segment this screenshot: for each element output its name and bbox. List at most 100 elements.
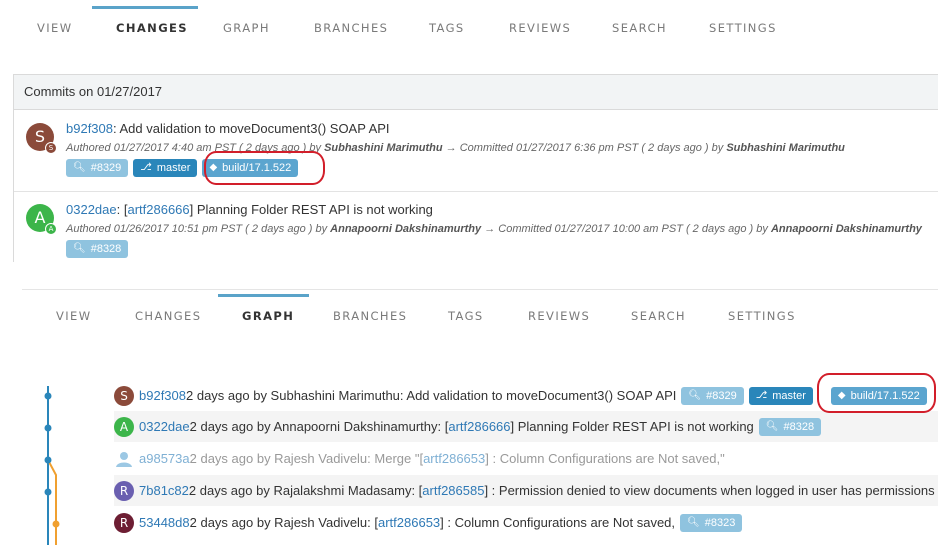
avatar-letter: A [34, 208, 46, 227]
search-icon: 🔍︎ [687, 516, 700, 528]
committed-text: → Committed 01/27/2017 6:36 pm PST ( 2 d… [442, 142, 727, 154]
committed-text: → Committed 01/27/2017 10:00 am PST ( 2 … [481, 223, 771, 235]
graph-row: R 53448d8 2 days ago by Rajesh Vadivelu:… [114, 507, 743, 538]
ticket-link[interactable]: artf286585 [422, 483, 484, 498]
commit-summary-rest: ] : Column Configurations are Not saved, [440, 515, 676, 530]
message-prefix: : [ [116, 202, 128, 217]
review-badge-label: #8329 [706, 389, 737, 402]
authored-text: Authored 01/26/2017 10:51 pm PST ( 2 day… [66, 223, 331, 235]
commit-meta: Authored 01/27/2017 4:40 am PST ( 2 days… [66, 142, 845, 154]
avatar-letter: S [34, 127, 46, 146]
commit-hash-link[interactable]: 53448d8 [139, 515, 190, 530]
commit-item: S S b92f308: Add validation to moveDocum… [14, 111, 938, 189]
branch-badge[interactable]: ⎇ master [748, 386, 813, 405]
avatar: A A [26, 204, 57, 235]
author-name: Annapoorni Dakshinamurthy [330, 223, 482, 235]
ticket-link[interactable]: artf286666 [448, 419, 510, 434]
tab-changes[interactable]: CHANGES [116, 6, 188, 46]
tab-graph[interactable]: GRAPH [242, 294, 294, 334]
commit-summary: 2 days ago by Annapoorni Dakshinamurthy:… [189, 419, 449, 434]
search-icon: 🔍︎ [688, 389, 702, 401]
search-icon: 🔍︎ [765, 420, 779, 432]
tab-branches[interactable]: BRANCHES [314, 6, 388, 46]
author-name: Subhashini Marimuthu [324, 142, 443, 154]
graph-panel: VIEW CHANGES GRAPH BRANCHES TAGS REVIEWS… [22, 289, 938, 545]
changes-panel: VIEW CHANGES GRAPH BRANCHES TAGS REVIEWS… [0, 0, 938, 262]
review-badge[interactable]: 🔍︎ #8329 [66, 159, 129, 177]
avatar: S [114, 385, 134, 406]
commit-summary: 2 days ago by Rajalakshmi Madasamy: [ [188, 483, 423, 498]
tab-reviews[interactable]: REVIEWS [509, 6, 571, 46]
branch-icon: ⎇ [755, 389, 768, 401]
commit-graph [44, 386, 60, 545]
commit-summary: 2 days ago by Rajesh Vadivelu: [ [189, 515, 378, 530]
commit-title: 0322dae: [artf286666] Planning Folder RE… [66, 202, 433, 217]
user-icon [114, 449, 134, 469]
tab-reviews[interactable]: REVIEWS [528, 294, 590, 334]
avatar: S S [26, 123, 57, 154]
commit-hash-link[interactable]: 0322dae [66, 202, 117, 217]
commit-node[interactable] [44, 424, 52, 432]
branch-badge-label: master [772, 389, 806, 402]
tab-search[interactable]: SEARCH [612, 6, 667, 46]
commit-summary: 2 days ago by Rajesh Vadivelu: Merge "[ [189, 451, 424, 466]
tab-search[interactable]: SEARCH [631, 294, 686, 334]
commit-message: ] Planning Folder REST API is not workin… [189, 202, 433, 217]
review-badge-label: #8329 [90, 162, 122, 174]
tab-bar: VIEW CHANGES GRAPH BRANCHES TAGS REVIEWS… [0, 6, 938, 46]
committer-name: Annapoorni Dakshinamurthy [770, 223, 922, 235]
commits-date-header: Commits on 01/27/2017 [14, 75, 938, 110]
ticket-link[interactable]: artf286653 [423, 451, 485, 466]
graph-row: R 7b81c82 2 days ago by Rajalakshmi Mada… [114, 475, 938, 506]
tab-settings[interactable]: SETTINGS [709, 6, 777, 46]
tab-changes[interactable]: CHANGES [135, 294, 201, 334]
tab-tags[interactable]: TAGS [448, 294, 484, 334]
avatar-mini: S [45, 142, 57, 154]
ticket-link[interactable]: artf286666 [127, 202, 189, 217]
tab-bar: VIEW CHANGES GRAPH BRANCHES TAGS REVIEWS… [22, 294, 938, 334]
review-badge[interactable]: 🔍︎ #8328 [66, 240, 129, 258]
commit-hash-link[interactable]: b92f308 [66, 121, 113, 136]
branch-icon: ⎇ [140, 162, 152, 173]
commit-hash-link[interactable]: 7b81c82 [139, 483, 189, 498]
branch-badge[interactable]: ⎇ master [133, 159, 198, 177]
tab-view[interactable]: VIEW [37, 6, 73, 46]
review-badge[interactable]: 🔍︎ #8329 [681, 386, 744, 405]
tab-graph[interactable]: GRAPH [223, 6, 270, 46]
tab-branches[interactable]: BRANCHES [333, 294, 407, 334]
commit-badges: 🔍︎ #8328 [66, 240, 129, 258]
commit-meta: Authored 01/26/2017 10:51 pm PST ( 2 day… [66, 223, 922, 235]
avatar: A [114, 416, 134, 437]
merge-line [47, 459, 57, 545]
review-badge-label: #8323 [704, 516, 736, 529]
branch-badge-label: master [156, 162, 191, 174]
search-icon: 🔍︎ [73, 243, 86, 254]
commit-summary: 2 days ago by Subhashini Marimuthu: Add … [186, 388, 677, 403]
avatar: R [114, 512, 134, 533]
commit-node[interactable] [44, 488, 52, 496]
commit-summary-rest: ] : Permission denied to view documents … [484, 483, 935, 498]
tab-settings[interactable]: SETTINGS [728, 294, 796, 334]
graph-row: a98573a 2 days ago by Rajesh Vadivelu: M… [114, 443, 725, 474]
review-badge[interactable]: 🔍︎ #8323 [680, 513, 743, 532]
commit-hash-link[interactable]: a98573a [139, 451, 190, 466]
commit-hash-link[interactable]: b92f308 [139, 388, 186, 403]
commit-item: A A 0322dae: [artf286666] Planning Folde… [14, 192, 938, 262]
review-badge-label: #8328 [783, 420, 815, 433]
commit-node[interactable] [44, 456, 52, 464]
commits-list: Commits on 01/27/2017 S S b92f308: Add v… [13, 74, 938, 262]
highlight-circle [817, 373, 936, 413]
commit-summary-rest: ] Planning Folder REST API is not workin… [510, 419, 754, 434]
avatar: R [114, 480, 134, 501]
committer-name: Subhashini Marimuthu [726, 142, 845, 154]
ticket-link[interactable]: artf286653 [378, 515, 440, 530]
commit-node[interactable] [44, 392, 52, 400]
commit-node[interactable] [52, 520, 60, 528]
tab-tags[interactable]: TAGS [429, 6, 465, 46]
commit-hash-link[interactable]: 0322dae [139, 419, 190, 434]
commit-summary-rest: ] : Column Configurations are Not saved,… [485, 451, 725, 466]
review-badge-label: #8328 [90, 243, 122, 255]
review-badge[interactable]: 🔍︎ #8328 [758, 417, 822, 436]
graph-row: S b92f308 2 days ago by Subhashini Marim… [114, 380, 927, 411]
graph-row: A 0322dae 2 days ago by Annapoorni Daksh… [114, 411, 938, 442]
